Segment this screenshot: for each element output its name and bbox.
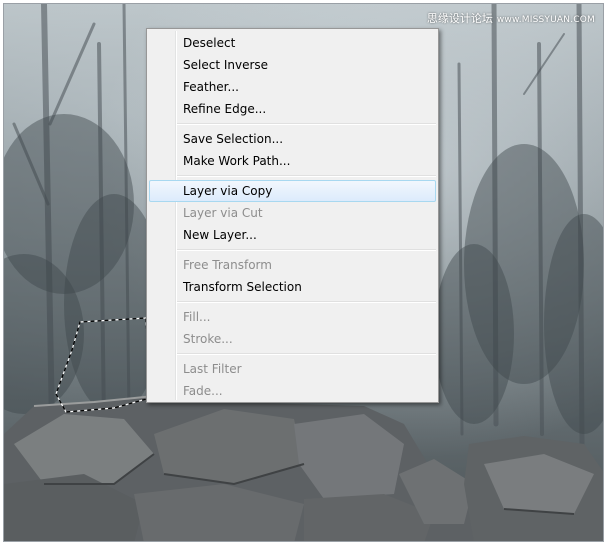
menu-separator [177, 246, 436, 254]
menu-item-last-filter: Last Filter [183, 362, 242, 376]
menu-item-save-selection[interactable]: Save Selection... [149, 128, 436, 150]
menu-separator [177, 350, 436, 358]
menu-item-layer-via-cut: Layer via Cut [183, 206, 263, 220]
menu-item-free-transform: Free Transform [183, 258, 272, 272]
menu-item-stroke: Stroke... [183, 332, 233, 346]
menu-separator [177, 120, 436, 128]
menu-separator [177, 172, 436, 180]
menu-item-make-work-path[interactable]: Make Work Path... [149, 150, 436, 172]
menu-item-layer-via-copy[interactable]: Layer via Copy [149, 180, 436, 202]
menu-item-new-layer[interactable]: New Layer... [149, 224, 436, 246]
watermark-cn: 思缘设计论坛 [426, 12, 493, 25]
menu-item-deselect[interactable]: Deselect [149, 32, 436, 54]
watermark-site: www.MISSYUAN.COM [496, 15, 595, 25]
watermark: 思缘设计论坛 www.MISSYUAN.COM [427, 10, 595, 26]
menu-item-transform-selection[interactable]: Transform Selection [149, 276, 436, 298]
menu-item-fill: Fill... [183, 310, 211, 324]
menu-item-fade: Fade... [183, 384, 223, 398]
menu-separator [177, 298, 436, 306]
context-menu: Deselect Select Inverse Feather... Refin… [146, 28, 439, 403]
menu-item-feather[interactable]: Feather... [149, 76, 436, 98]
menu-item-select-inverse[interactable]: Select Inverse [149, 54, 436, 76]
menu-item-refine-edge[interactable]: Refine Edge... [149, 98, 436, 120]
